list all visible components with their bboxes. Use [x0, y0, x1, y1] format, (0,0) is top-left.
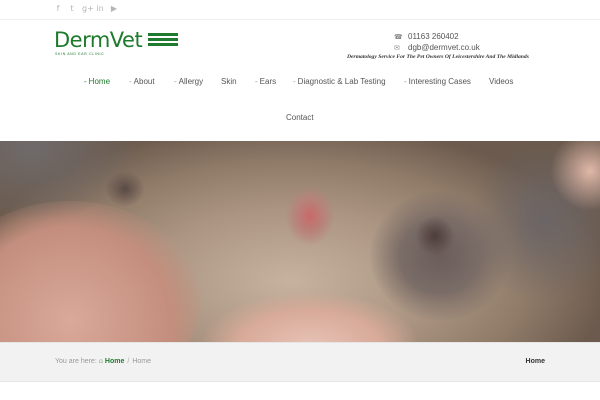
breadcrumb-bar: You are here: ⌂ Home / Home Home	[0, 342, 600, 382]
nav-item-label: Home	[88, 77, 111, 86]
social-links: f t g+ in ▶	[54, 4, 118, 14]
nav-item-interesting-cases[interactable]: - Interesting Cases	[404, 77, 471, 86]
breadcrumb-current: Home	[132, 358, 152, 365]
nav-item-label: Interesting Cases	[408, 77, 471, 86]
breadcrumb-home-link[interactable]: ⌂ Home	[99, 358, 125, 365]
google-plus-icon[interactable]: g+	[82, 4, 94, 14]
linkedin-icon[interactable]: in	[96, 4, 104, 14]
nav-item-about[interactable]: - About	[129, 77, 155, 86]
nav-item-allergy[interactable]: - Allergy	[174, 77, 203, 86]
home-icon: ⌂	[98, 358, 103, 365]
logo-stripes	[148, 33, 178, 49]
nav-item-label: Ears	[259, 77, 277, 86]
logo-wordmark: DermVet	[54, 28, 143, 52]
nav-item-contact[interactable]: Contact	[286, 113, 314, 122]
twitter-icon[interactable]: t	[68, 4, 76, 14]
nav-item-home[interactable]: - Home	[84, 77, 110, 86]
logo-subtitle: SKIN AND EAR CLINIC	[55, 52, 105, 56]
youtube-icon[interactable]: ▶	[110, 4, 118, 14]
nav-item-label: Skin	[221, 77, 237, 86]
breadcrumb-separator: /	[127, 358, 130, 365]
page-title: Home	[525, 358, 545, 365]
site-logo[interactable]: DermVet SKIN AND EAR CLINIC	[54, 28, 178, 58]
hero-image	[0, 141, 600, 342]
breadcrumb-prefix: You are here:	[55, 358, 97, 365]
nav-item-diagnostic[interactable]: - Diagnostic & Lab Testing	[293, 77, 386, 86]
nav-item-ears[interactable]: - Ears	[255, 77, 276, 86]
nav-item-videos[interactable]: Videos	[489, 77, 513, 86]
facebook-icon[interactable]: f	[54, 4, 62, 14]
site-tagline: Dermatology Service For The Pet Owners O…	[347, 54, 529, 60]
breadcrumb: You are here: ⌂ Home / Home	[55, 358, 151, 365]
nav-item-label: Videos	[489, 77, 514, 86]
phone-number[interactable]: 01163 260402	[408, 32, 459, 41]
nav-item-label: Allergy	[178, 77, 204, 86]
nav-item-label: Diagnostic & Lab Testing	[297, 77, 386, 86]
nav-item-skin[interactable]: Skin	[221, 77, 237, 86]
nav-item-label: About	[133, 77, 155, 86]
top-bar: f t g+ in ▶	[0, 0, 600, 20]
contact-info: ☎ 01163 260402 ✉ dgb@dermvet.co.uk	[394, 31, 480, 53]
main-navigation: - Home - About - Allergy Skin - Ears - Diagno…	[0, 77, 600, 91]
phone-icon: ☎	[394, 32, 403, 41]
